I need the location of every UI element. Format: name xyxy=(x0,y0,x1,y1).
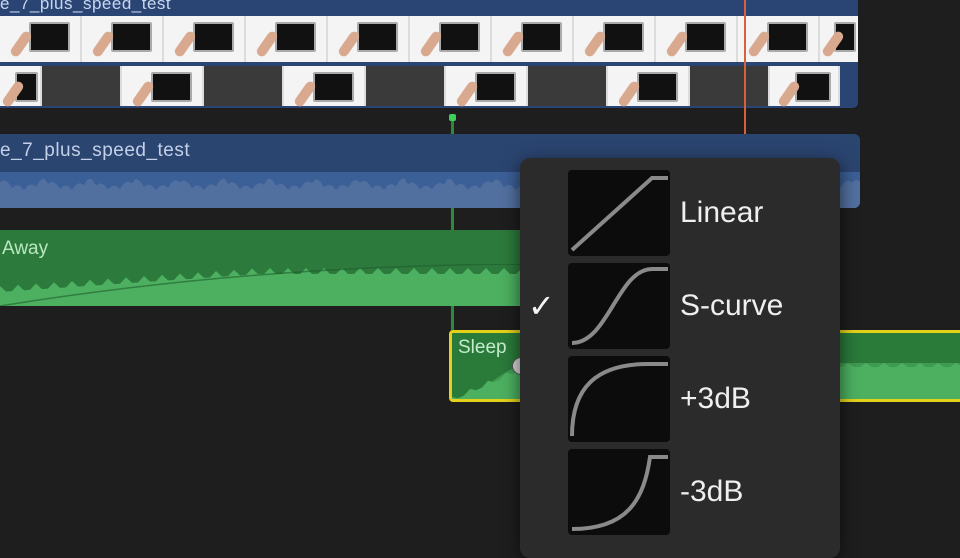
menu-item-plus-3db[interactable]: +3dB xyxy=(520,356,840,444)
filmstrip-frame xyxy=(284,66,366,108)
filmstrip-frame xyxy=(328,16,410,62)
filmstrip-frame xyxy=(656,16,738,62)
filmstrip-frame xyxy=(246,16,328,62)
video-filmstrip-top xyxy=(0,16,858,62)
filmstrip-frame xyxy=(690,66,770,106)
phone-screen xyxy=(685,22,726,52)
music-clip[interactable]: Away xyxy=(0,230,540,306)
phone-screen xyxy=(475,72,516,102)
filmstrip-frame xyxy=(770,66,840,108)
filmstrip-frame xyxy=(410,16,492,62)
menu-item-linear[interactable]: Linear xyxy=(520,170,840,258)
skimmer-marker[interactable] xyxy=(449,114,456,121)
filmstrip-frame xyxy=(366,66,446,106)
menu-item-label: +3dB xyxy=(680,382,751,415)
audio-clip-title: e_7_plus_speed_test xyxy=(0,140,191,161)
menu-item-label: -3dB xyxy=(680,475,744,508)
filmstrip-frame xyxy=(204,66,284,106)
video-filmstrip-bottom xyxy=(0,66,858,108)
filmstrip-frame xyxy=(574,16,656,62)
phone-screen xyxy=(29,22,70,52)
menu-item-s-curve[interactable]: ✓ S-curve xyxy=(520,263,840,351)
filmstrip-frame xyxy=(82,16,164,62)
fade-type-menu: Linear ✓ S-curve +3dB -3dB xyxy=(520,158,840,558)
phone-screen xyxy=(275,22,316,52)
filmstrip-frame xyxy=(0,16,82,62)
selected-clip-title: Sleep xyxy=(458,337,507,358)
phone-screen xyxy=(151,72,192,102)
filmstrip-frame xyxy=(528,66,608,106)
phone-screen xyxy=(439,22,480,52)
video-clip[interactable]: e_7_plus_speed_test xyxy=(0,0,858,108)
phone-screen xyxy=(767,22,808,52)
linear-curve-icon xyxy=(568,170,670,256)
phone-screen xyxy=(111,22,152,52)
phone-screen xyxy=(357,22,398,52)
phone-screen xyxy=(637,72,678,102)
filmstrip-frame xyxy=(122,66,204,108)
music-clip-title: Away xyxy=(2,238,49,259)
menu-item-label: Linear xyxy=(680,196,764,229)
filmstrip-frame xyxy=(164,16,246,62)
phone-screen xyxy=(193,22,234,52)
s-curve-icon xyxy=(568,263,670,349)
phone-screen xyxy=(313,72,354,102)
music-waveform xyxy=(0,264,540,306)
phone-screen xyxy=(521,22,562,52)
filmstrip-frame xyxy=(0,66,42,108)
filmstrip-frame xyxy=(820,16,858,62)
phone-screen xyxy=(795,72,831,102)
filmstrip-frame xyxy=(738,16,820,62)
filmstrip-frame xyxy=(42,66,122,106)
video-clip-title: e_7_plus_speed_test xyxy=(0,0,172,13)
filmstrip-frame xyxy=(608,66,690,108)
checkmark-icon: ✓ xyxy=(528,288,555,324)
minus-3db-curve-icon xyxy=(568,449,670,535)
filmstrip-frame xyxy=(446,66,528,108)
phone-screen xyxy=(603,22,644,52)
filmstrip-frame xyxy=(492,16,574,62)
plus-3db-curve-icon xyxy=(568,356,670,442)
menu-item-minus-3db[interactable]: -3dB xyxy=(520,449,840,537)
menu-item-label: S-curve xyxy=(680,289,784,322)
